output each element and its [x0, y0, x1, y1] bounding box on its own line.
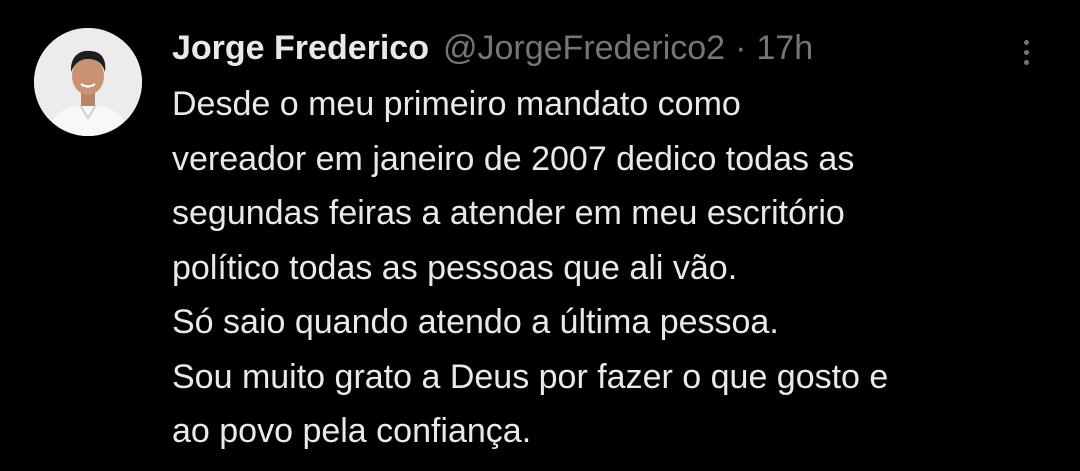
user-handle[interactable]: @JorgeFrederico2	[443, 24, 725, 72]
tweet-text-line: ao povo pela confiança.	[172, 412, 532, 450]
timestamp[interactable]: 17h	[756, 24, 813, 72]
tweet-text-line: Só saio quando atendo a última pessoa.	[172, 303, 779, 341]
tweet-text-line: político todas as pessoas que ali vão.	[172, 248, 738, 287]
tweet-text-line: segundas feiras a atender em meu escritó…	[172, 194, 845, 232]
profile-photo-icon	[34, 28, 142, 136]
tweet-text-line: Sou muito grato a Deus por fazer o que g…	[172, 357, 889, 396]
tweet-text-line: Desde o meu primeiro mandato como	[172, 85, 741, 123]
more-vertical-icon	[1023, 39, 1029, 45]
separator-dot: ·	[735, 29, 747, 67]
tweet[interactable]: Jorge Frederico @JorgeFrederico2 · 17h D…	[0, 0, 1080, 471]
tweet-text: Desde o meu primeiro mandato como veread…	[172, 77, 1052, 459]
tweet-header: Jorge Frederico @JorgeFrederico2 · 17h	[172, 24, 813, 72]
more-vertical-icon-dot	[1023, 49, 1029, 55]
avatar[interactable]	[34, 28, 142, 136]
more-options-button[interactable]	[1004, 30, 1048, 74]
more-vertical-icon-dot	[1023, 59, 1029, 65]
tweet-text-line: vereador em janeiro de 2007 dedico todas…	[172, 139, 855, 178]
display-name[interactable]: Jorge Frederico	[172, 24, 429, 72]
